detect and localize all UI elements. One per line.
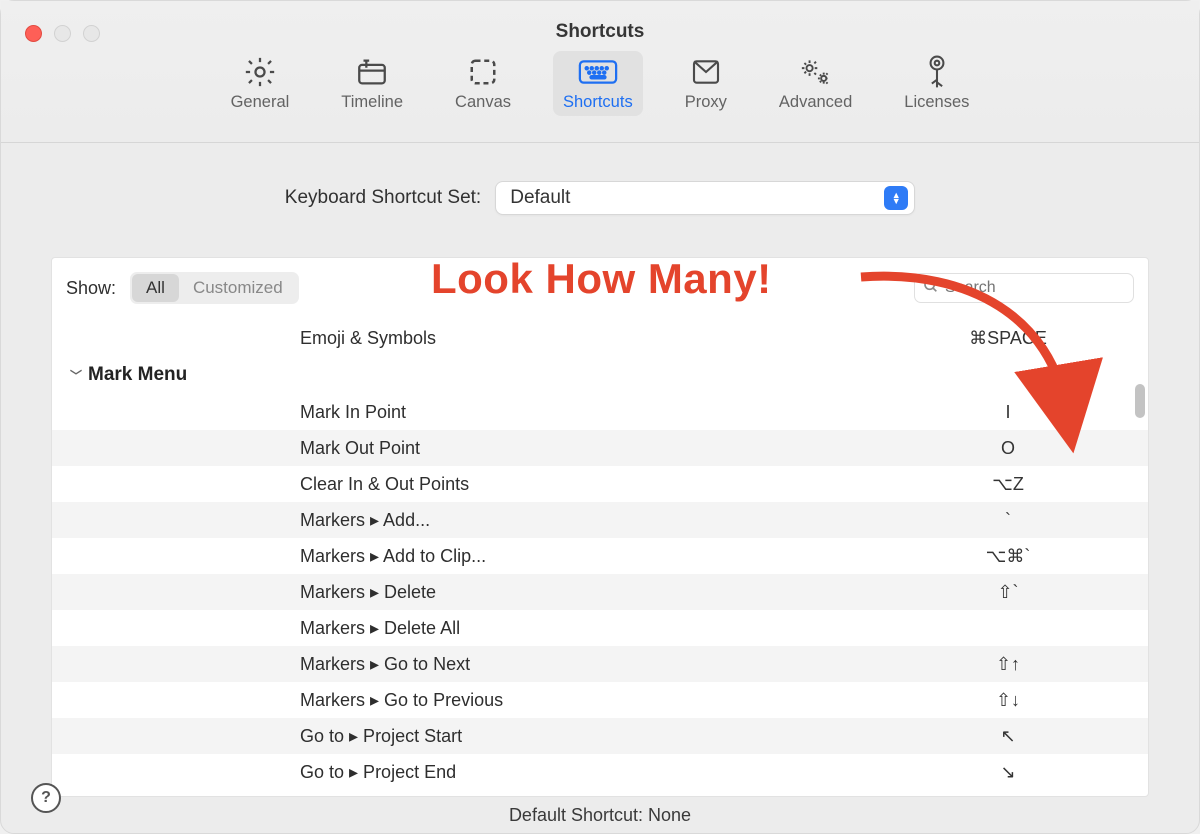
advanced-icon <box>798 55 834 89</box>
content-area: Keyboard Shortcut Set: Default ▲▼ Show: … <box>1 143 1199 797</box>
shortcut-name: Markers ▸ Add... <box>300 510 430 531</box>
shortcut-row[interactable]: Go to ▸ Project Start ↖ <box>52 718 1148 754</box>
section-mark-menu[interactable]: ﹀ Mark Menu <box>52 356 1148 394</box>
tab-label: General <box>231 93 290 112</box>
shortcut-row[interactable]: Markers ▸ Go to Previous ⇧↓ <box>52 682 1148 718</box>
panel-header: Show: All Customized <box>52 258 1148 316</box>
timeline-icon <box>355 55 389 89</box>
show-all-button[interactable]: All <box>132 274 179 302</box>
shortcut-row[interactable]: Markers ▸ Delete All <box>52 610 1148 646</box>
preferences-window: Shortcuts General Timeline Canvas Shortcuts… <box>0 0 1200 834</box>
tab-label: Proxy <box>685 93 727 112</box>
tab-label: Advanced <box>779 93 852 112</box>
tab-label: Shortcuts <box>563 93 633 112</box>
shortcut-keys: ⇧↑ <box>928 654 1088 675</box>
default-shortcut-footer: Default Shortcut: None <box>1 797 1199 834</box>
shortcut-set-select[interactable]: Default ▲▼ <box>495 181 915 215</box>
help-button[interactable]: ? <box>31 783 61 813</box>
search-icon <box>923 278 939 299</box>
shortcut-keys: ↖ <box>928 726 1088 747</box>
shortcut-name: Markers ▸ Go to Previous <box>300 690 503 711</box>
shortcut-keys: ⇧↓ <box>928 690 1088 711</box>
chevron-down-icon: ﹀ <box>70 367 82 384</box>
tab-timeline[interactable]: Timeline <box>331 51 413 116</box>
shortcut-keys: ⌥⌘` <box>928 546 1088 567</box>
minimize-window-button[interactable] <box>54 25 71 42</box>
shortcut-keys: O <box>928 438 1088 459</box>
shortcut-keys: ` <box>928 510 1088 531</box>
shortcut-set-value: Default <box>510 187 570 209</box>
shortcut-row[interactable]: Markers ▸ Add to Clip... ⌥⌘` <box>52 538 1148 574</box>
shortcut-name: Markers ▸ Delete All <box>300 618 460 639</box>
section-label: Mark Menu <box>88 364 187 386</box>
scrollbar[interactable] <box>1131 258 1145 796</box>
shortcut-row[interactable]: Clear In & Out Points ⌥Z <box>52 466 1148 502</box>
shortcut-row[interactable]: Markers ▸ Delete ⇧` <box>52 574 1148 610</box>
shortcut-set-label: Keyboard Shortcut Set: <box>285 187 481 209</box>
prefs-toolbar: General Timeline Canvas Shortcuts Proxy Advan… <box>1 51 1199 116</box>
show-label: Show: <box>66 278 116 299</box>
show-segmented-control: All Customized <box>130 272 299 304</box>
shortcut-name: Mark In Point <box>300 402 406 423</box>
general-icon <box>243 55 277 89</box>
tab-label: Timeline <box>341 93 403 112</box>
shortcut-row[interactable]: Mark Out Point O <box>52 430 1148 466</box>
search-input[interactable] <box>945 279 1152 297</box>
shortcut-keys: ↘ <box>928 762 1088 783</box>
shortcut-row[interactable]: Mark In Point I <box>52 394 1148 430</box>
shortcut-set-row: Keyboard Shortcut Set: Default ▲▼ <box>51 181 1149 215</box>
window-title: Shortcuts <box>1 1 1199 43</box>
select-stepper-icon: ▲▼ <box>884 186 908 210</box>
zoom-window-button[interactable] <box>83 25 100 42</box>
shortcut-row[interactable]: Markers ▸ Add... ` <box>52 502 1148 538</box>
tab-canvas[interactable]: Canvas <box>445 51 521 116</box>
tab-general[interactable]: General <box>221 51 300 116</box>
proxy-icon <box>690 55 722 89</box>
show-customized-button[interactable]: Customized <box>179 274 297 302</box>
window-controls <box>25 25 100 42</box>
titlebar: Shortcuts General Timeline Canvas Shortcuts… <box>1 1 1199 143</box>
tab-label: Licenses <box>904 93 969 112</box>
shortcut-row[interactable]: Emoji & Symbols ⌘SPACE <box>52 320 1148 356</box>
tab-shortcuts[interactable]: Shortcuts <box>553 51 643 116</box>
shortcut-name: Markers ▸ Add to Clip... <box>300 546 486 567</box>
shortcut-keys: ⇧` <box>928 582 1088 603</box>
shortcut-name: Markers ▸ Delete <box>300 582 436 603</box>
shortcut-keys: ⌘SPACE <box>928 328 1088 349</box>
shortcut-name: Go to ▸ Project Start <box>300 726 462 747</box>
shortcut-row[interactable]: Go to ▸ Project End ↘ <box>52 754 1148 790</box>
shortcut-name: Clear In & Out Points <box>300 474 469 495</box>
scroll-thumb[interactable] <box>1135 384 1145 418</box>
shortcut-name: Mark Out Point <box>300 438 420 459</box>
shortcut-row[interactable]: Markers ▸ Go to Next ⇧↑ <box>52 646 1148 682</box>
shortcut-keys: I <box>928 402 1088 423</box>
shortcuts-panel: Show: All Customized Emoji & Symbols ⌘SPA… <box>51 257 1149 797</box>
tab-licenses[interactable]: Licenses <box>894 51 979 116</box>
tab-proxy[interactable]: Proxy <box>675 51 737 116</box>
tab-advanced[interactable]: Advanced <box>769 51 862 116</box>
shortcut-name: Markers ▸ Go to Next <box>300 654 470 675</box>
licenses-icon <box>923 55 951 89</box>
canvas-icon <box>468 55 498 89</box>
shortcut-keys: ⌥Z <box>928 474 1088 495</box>
tab-label: Canvas <box>455 93 511 112</box>
shortcut-name: Go to ▸ Project End <box>300 762 456 783</box>
search-field[interactable] <box>914 273 1134 303</box>
shortcuts-icon <box>578 55 618 89</box>
close-window-button[interactable] <box>25 25 42 42</box>
shortcut-name: Emoji & Symbols <box>300 328 436 349</box>
shortcuts-list[interactable]: Emoji & Symbols ⌘SPACE ﹀ Mark Menu Mark In P… <box>52 316 1148 796</box>
